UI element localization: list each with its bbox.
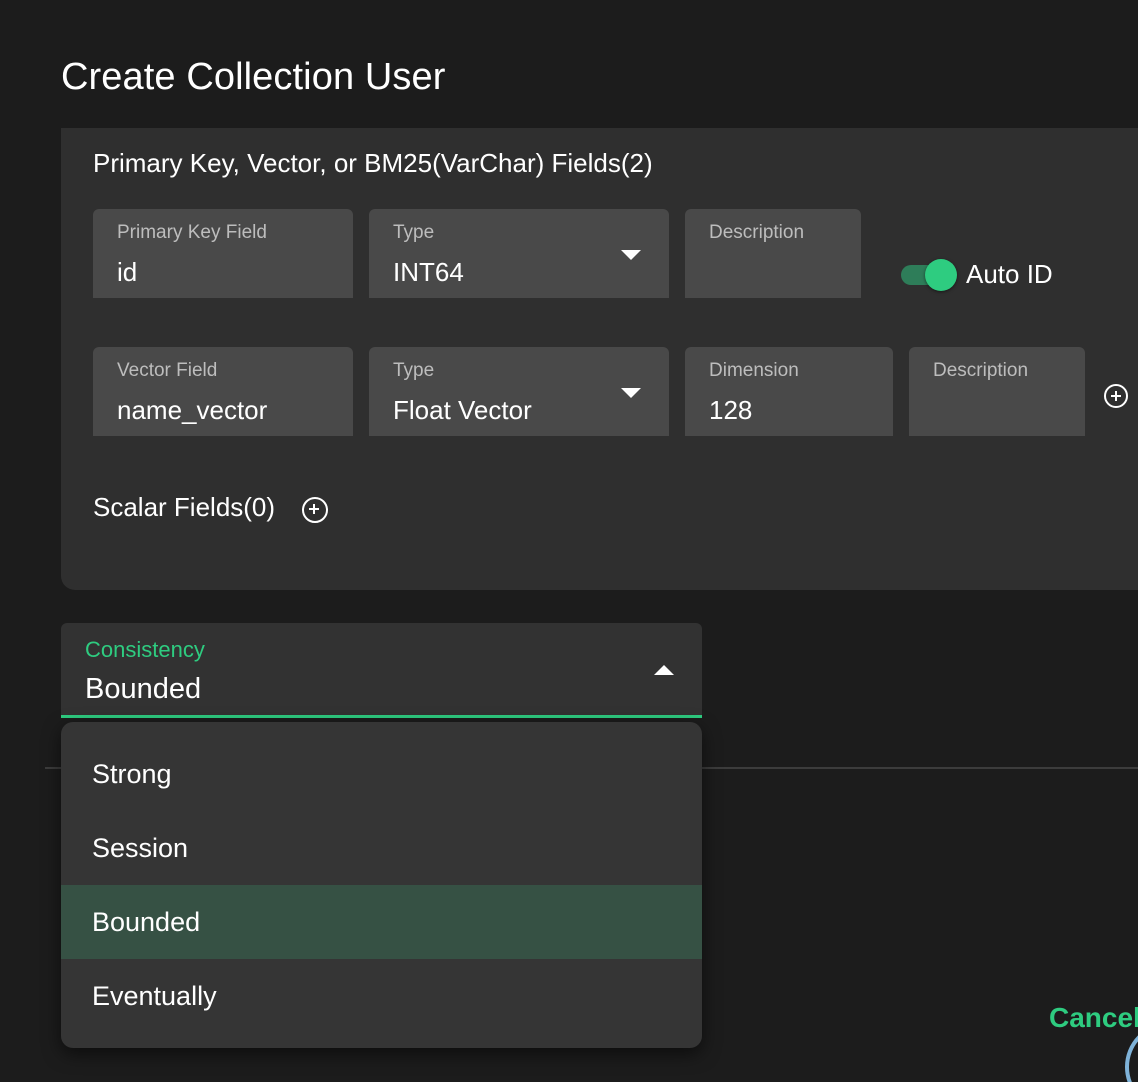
caret-down-icon[interactable] xyxy=(621,250,641,260)
option-session[interactable]: Session xyxy=(61,811,702,885)
vector-description-field[interactable]: Description xyxy=(909,347,1085,436)
scalar-fields-label: Scalar Fields(0) xyxy=(93,492,276,522)
vector-type-select[interactable]: Type Float Vector xyxy=(369,347,669,436)
vector-name-value[interactable]: name_vector xyxy=(117,395,267,426)
primary-key-type-label: Type xyxy=(393,222,435,243)
vector-dimension-field[interactable]: Dimension 128 xyxy=(685,347,893,436)
auto-id-toggle[interactable] xyxy=(899,258,959,294)
vector-type-label: Type xyxy=(393,360,435,381)
vector-type-value: Float Vector xyxy=(393,395,532,425)
option-strong[interactable]: Strong xyxy=(61,737,702,811)
primary-key-name-value[interactable]: id xyxy=(117,257,137,288)
consistency-select[interactable]: Consistency Bounded xyxy=(61,623,702,718)
consistency-options-menu: Strong Session Bounded Eventually xyxy=(61,722,702,1048)
toggle-knob[interactable] xyxy=(925,259,957,291)
primary-key-type-value: INT64 xyxy=(393,257,464,287)
vector-description-label: Description xyxy=(933,360,1029,381)
primary-key-name-field[interactable]: Primary Key Field id xyxy=(93,209,353,298)
add-scalar-field-icon[interactable] xyxy=(302,497,328,523)
primary-key-name-label: Primary Key Field xyxy=(117,222,267,243)
primary-key-description-field[interactable]: Description xyxy=(685,209,861,298)
caret-down-icon[interactable] xyxy=(621,388,641,398)
caret-up-icon[interactable] xyxy=(654,665,674,675)
option-eventually[interactable]: Eventually xyxy=(61,959,702,1033)
option-bounded[interactable]: Bounded xyxy=(61,885,702,959)
fields-panel-title: Primary Key, Vector, or BM25(VarChar) Fi… xyxy=(93,148,653,178)
auto-id-label: Auto ID xyxy=(966,259,1053,289)
add-vector-field-icon[interactable] xyxy=(1104,384,1128,408)
dialog-title: Create Collection User xyxy=(61,56,446,98)
vector-dimension-value[interactable]: 128 xyxy=(709,395,752,426)
consistency-value: Bounded xyxy=(85,673,202,705)
fields-panel: Primary Key, Vector, or BM25(VarChar) Fi… xyxy=(61,128,1138,590)
primary-key-type-select[interactable]: Type INT64 xyxy=(369,209,669,298)
primary-key-description-label: Description xyxy=(709,222,805,243)
vector-name-label: Vector Field xyxy=(117,360,218,381)
vector-name-field[interactable]: Vector Field name_vector xyxy=(93,347,353,436)
consistency-label: Consistency xyxy=(85,637,205,662)
vector-dimension-label: Dimension xyxy=(709,360,799,381)
create-collection-dialog: Create Collection User Primary Key, Vect… xyxy=(0,0,1138,1082)
cancel-button[interactable]: Cancel xyxy=(1049,1002,1138,1034)
